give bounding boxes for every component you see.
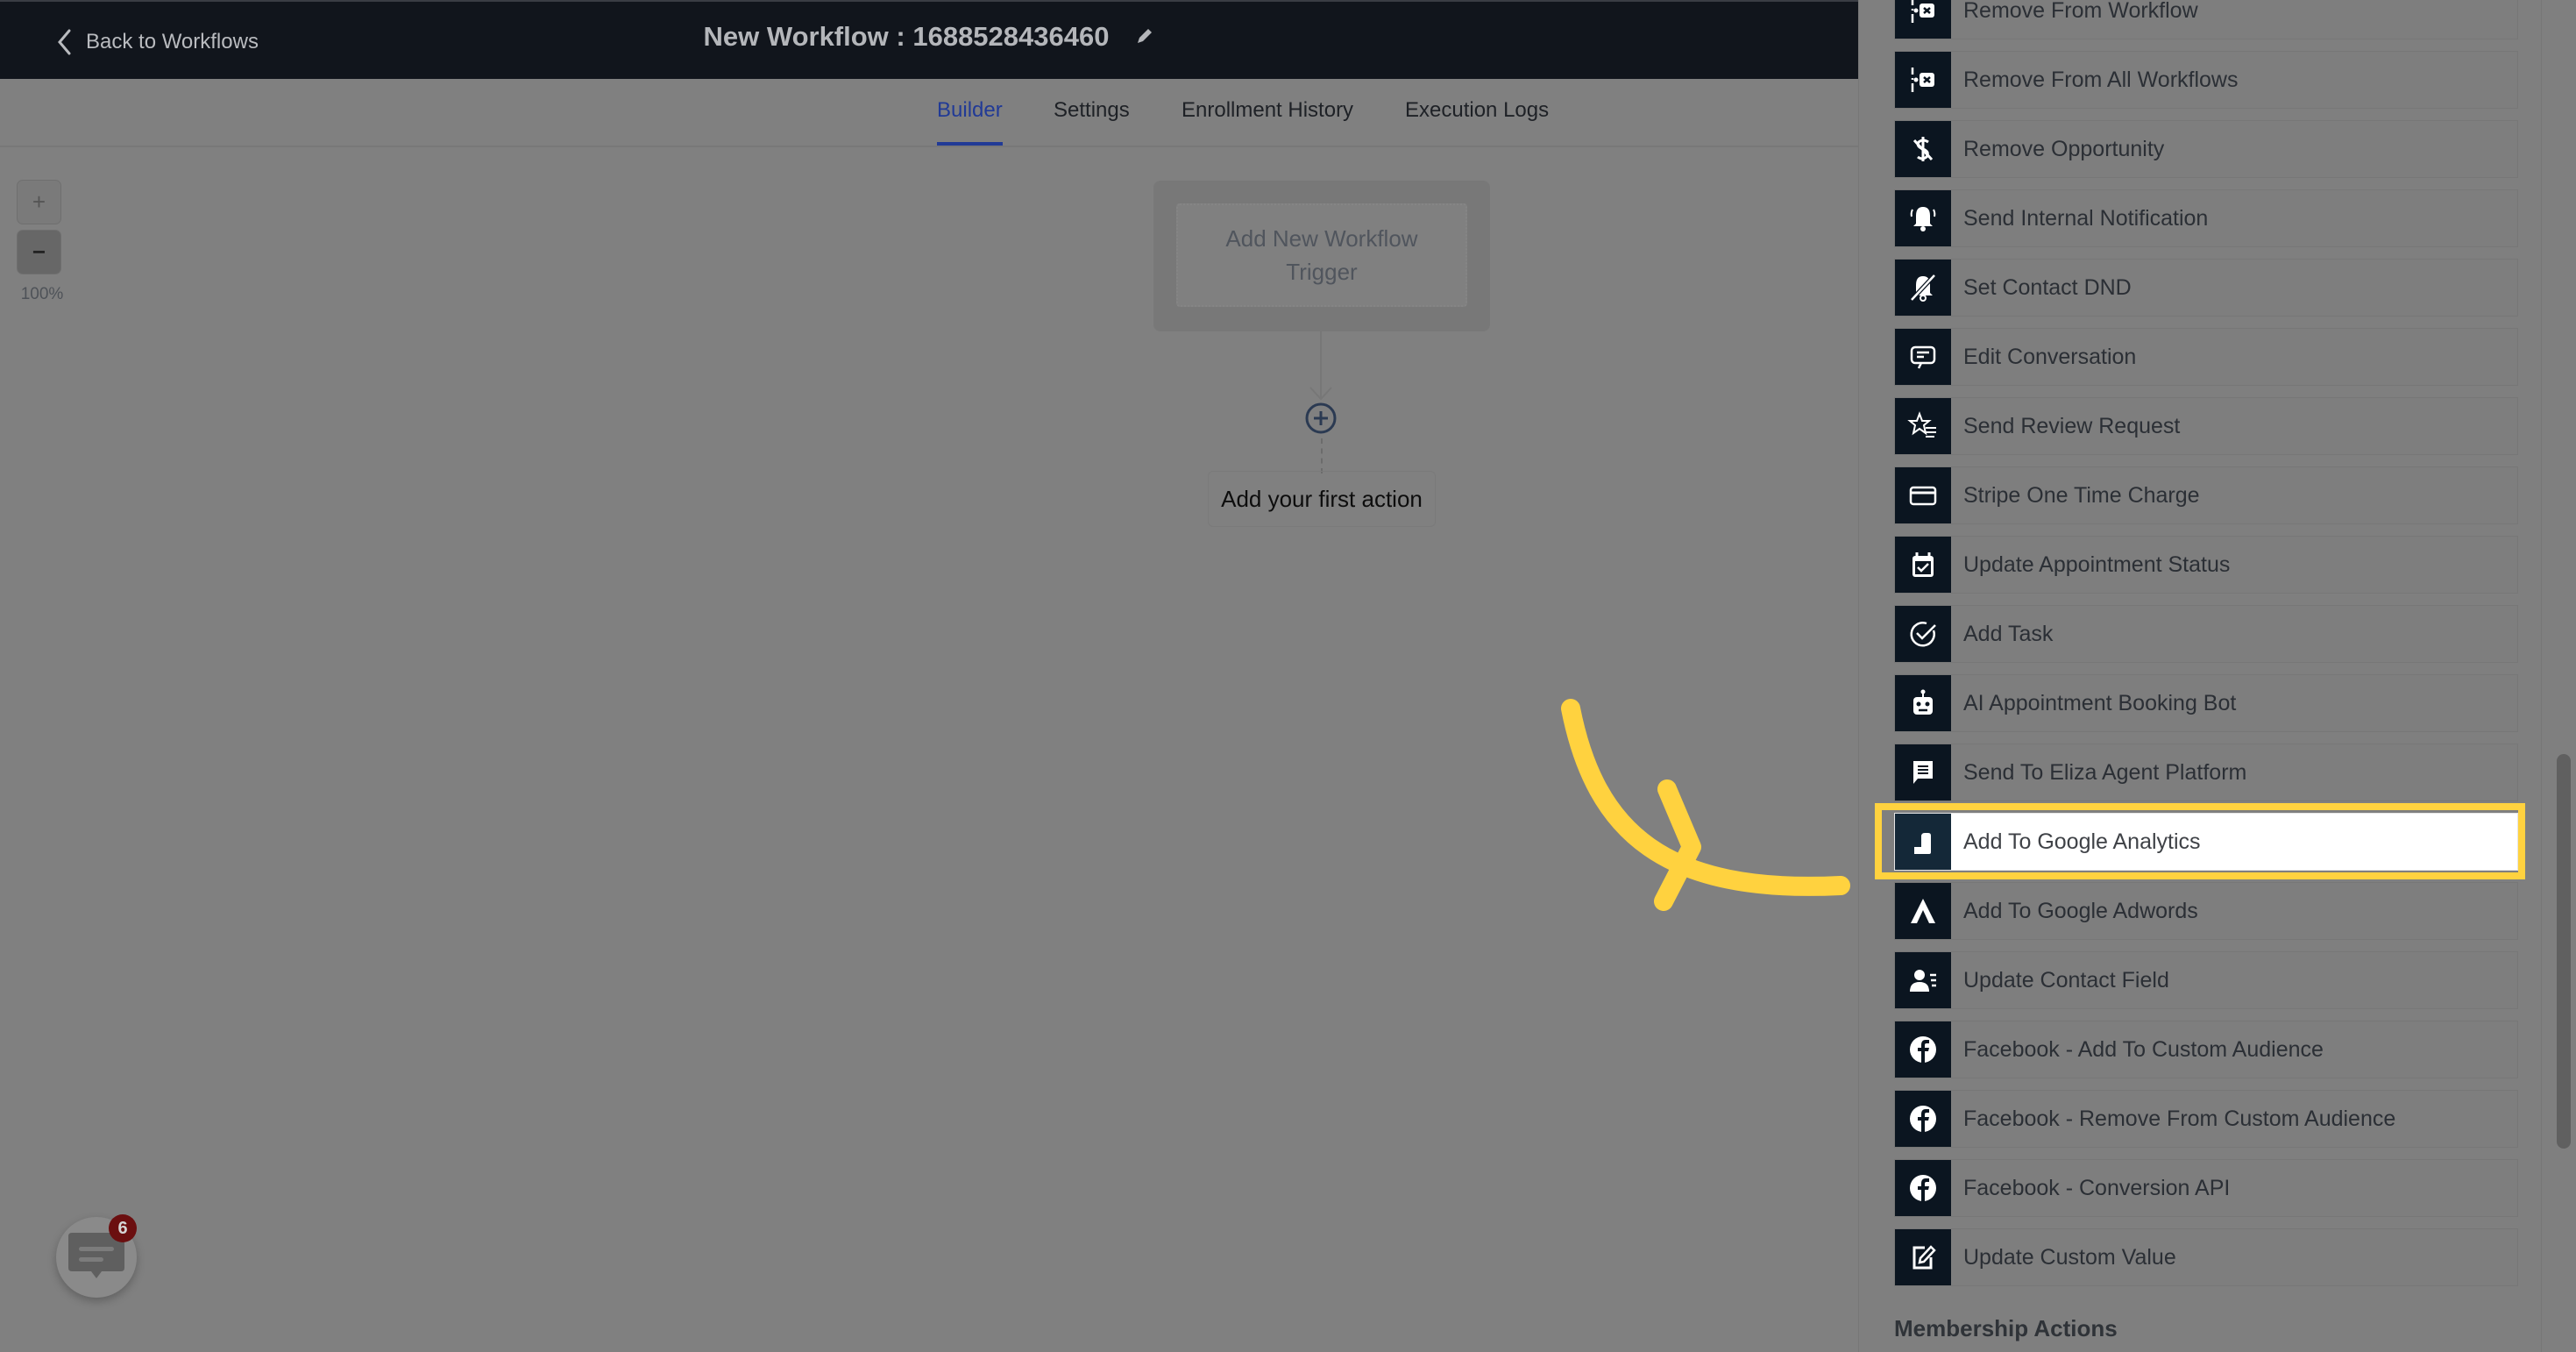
tab-enrollment-history[interactable]: Enrollment History bbox=[1182, 98, 1353, 123]
star-list-icon bbox=[1895, 398, 1951, 454]
action-item[interactable]: Send To Eliza Agent Platform bbox=[1894, 744, 2518, 801]
action-item-label: Send To Eliza Agent Platform bbox=[1963, 759, 2247, 785]
action-item[interactable]: Facebook - Remove From Custom Audience bbox=[1894, 1090, 2518, 1148]
action-item[interactable]: Update Appointment Status bbox=[1894, 536, 2518, 594]
action-item-label: Send Internal Notification bbox=[1963, 205, 2209, 231]
dashed-connector bbox=[1321, 438, 1323, 473]
workflow-title-text: New Workflow : 1688528436460 bbox=[703, 21, 1110, 52]
user-list-icon bbox=[1895, 952, 1951, 1008]
action-item-label: Set Contact DND bbox=[1963, 274, 2132, 300]
action-item-label: Update Appointment Status bbox=[1963, 551, 2231, 577]
adwords-icon bbox=[1895, 883, 1951, 939]
action-item[interactable]: AI Appointment Booking Bot bbox=[1894, 674, 2518, 732]
edit-square-icon bbox=[1895, 1229, 1951, 1285]
bell-icon bbox=[1895, 190, 1951, 246]
connector-arrow-icon bbox=[1309, 387, 1332, 401]
zoom-in-button[interactable]: + bbox=[17, 180, 61, 224]
zoom-level: 100% bbox=[20, 285, 64, 303]
action-item[interactable]: Remove From Workflow bbox=[1894, 0, 2518, 39]
facebook-icon bbox=[1895, 1091, 1951, 1147]
panel-scrollbar-thumb[interactable] bbox=[2557, 754, 2571, 1149]
top-bar: Back to Workflows New Workflow : 1688528… bbox=[0, 0, 1858, 79]
tab-builder[interactable]: Builder bbox=[937, 98, 1003, 146]
action-item-label: Send Review Request bbox=[1963, 413, 2181, 438]
workflow-builder-area: Back to Workflows New Workflow : 1688528… bbox=[0, 0, 1858, 1352]
remove-workflow-icon bbox=[1895, 0, 1951, 39]
remove-workflow-icon bbox=[1895, 52, 1951, 108]
action-item-label: Remove Opportunity bbox=[1963, 136, 2165, 161]
trigger-container: Add New Workflow Trigger bbox=[1153, 181, 1490, 331]
action-item[interactable]: Send Review Request bbox=[1894, 397, 2518, 455]
action-item-label: Stripe One Time Charge bbox=[1963, 482, 2200, 508]
action-item-label: Add To Google Analytics bbox=[1963, 829, 2201, 854]
action-item[interactable]: Send Internal Notification bbox=[1894, 189, 2518, 247]
action-item[interactable]: Facebook - Conversion API bbox=[1894, 1159, 2518, 1217]
action-item[interactable]: Facebook - Add To Custom Audience bbox=[1894, 1021, 2518, 1078]
action-item-label: Remove From Workflow bbox=[1963, 0, 2198, 23]
add-trigger-button[interactable]: Add New Workflow Trigger bbox=[1176, 203, 1467, 307]
action-item[interactable]: Stripe One Time Charge bbox=[1894, 466, 2518, 524]
bell-off-icon bbox=[1895, 260, 1951, 316]
action-item-label: Update Contact Field bbox=[1963, 967, 2169, 993]
circle-check-icon bbox=[1895, 606, 1951, 662]
add-action-plus-icon[interactable] bbox=[1304, 402, 1338, 435]
workflow-title: New Workflow : 1688528436460 bbox=[0, 21, 1858, 53]
action-item[interactable]: Set Contact DND bbox=[1894, 259, 2518, 317]
action-item-label: Edit Conversation bbox=[1963, 344, 2137, 369]
facebook-icon bbox=[1895, 1160, 1951, 1216]
action-item[interactable]: Add Task bbox=[1894, 605, 2518, 663]
action-item-label: Add To Google Adwords bbox=[1963, 898, 2198, 923]
calendar-check-icon bbox=[1895, 537, 1951, 593]
chat-bubble-icon bbox=[1895, 744, 1951, 801]
panel-scrollbar-track[interactable] bbox=[2541, 0, 2576, 1352]
action-item[interactable]: Remove From All Workflows bbox=[1894, 51, 2518, 109]
action-item-label: Remove From All Workflows bbox=[1963, 67, 2239, 92]
action-item[interactable]: Remove Opportunity bbox=[1894, 120, 2518, 178]
action-item-label: Facebook - Remove From Custom Audience bbox=[1963, 1106, 2396, 1131]
action-item[interactable]: Update Custom Value bbox=[1894, 1228, 2518, 1286]
dollar-slash-icon bbox=[1895, 121, 1951, 177]
chat-notification-badge: 6 bbox=[109, 1214, 137, 1242]
zoom-controls: + − 100% bbox=[17, 180, 63, 304]
add-first-action-button[interactable]: Add your first action bbox=[1208, 471, 1436, 527]
pencil-icon[interactable] bbox=[1133, 26, 1154, 47]
tab-bar: Builder Settings Enrollment History Exec… bbox=[0, 79, 1858, 147]
action-item[interactable]: Add To Google Analytics bbox=[1894, 813, 2518, 871]
robot-icon bbox=[1895, 675, 1951, 731]
facebook-icon bbox=[1895, 1021, 1951, 1078]
action-item-label: Facebook - Add To Custom Audience bbox=[1963, 1036, 2324, 1062]
action-item-label: Facebook - Conversion API bbox=[1963, 1175, 2231, 1200]
credit-card-icon bbox=[1895, 467, 1951, 523]
action-item-label: Update Custom Value bbox=[1963, 1244, 2176, 1270]
actions-panel: Remove From Workflow Remove From All Work… bbox=[1858, 0, 2576, 1352]
zoom-out-button[interactable]: − bbox=[17, 230, 61, 274]
action-item[interactable]: Edit Conversation bbox=[1894, 328, 2518, 386]
action-item[interactable]: Add To Google Adwords bbox=[1894, 882, 2518, 940]
message-icon bbox=[1895, 329, 1951, 385]
section-heading-membership-actions: Membership Actions bbox=[1894, 1315, 2118, 1341]
action-item[interactable]: Update Contact Field bbox=[1894, 951, 2518, 1009]
action-item-label: AI Appointment Booking Bot bbox=[1963, 690, 2237, 715]
tab-execution-logs[interactable]: Execution Logs bbox=[1405, 98, 1549, 123]
action-item-label: Add Task bbox=[1963, 621, 2054, 646]
analytics-icon bbox=[1895, 814, 1951, 870]
tab-settings[interactable]: Settings bbox=[1054, 98, 1130, 123]
annotation-arrow-icon bbox=[1561, 699, 1850, 911]
